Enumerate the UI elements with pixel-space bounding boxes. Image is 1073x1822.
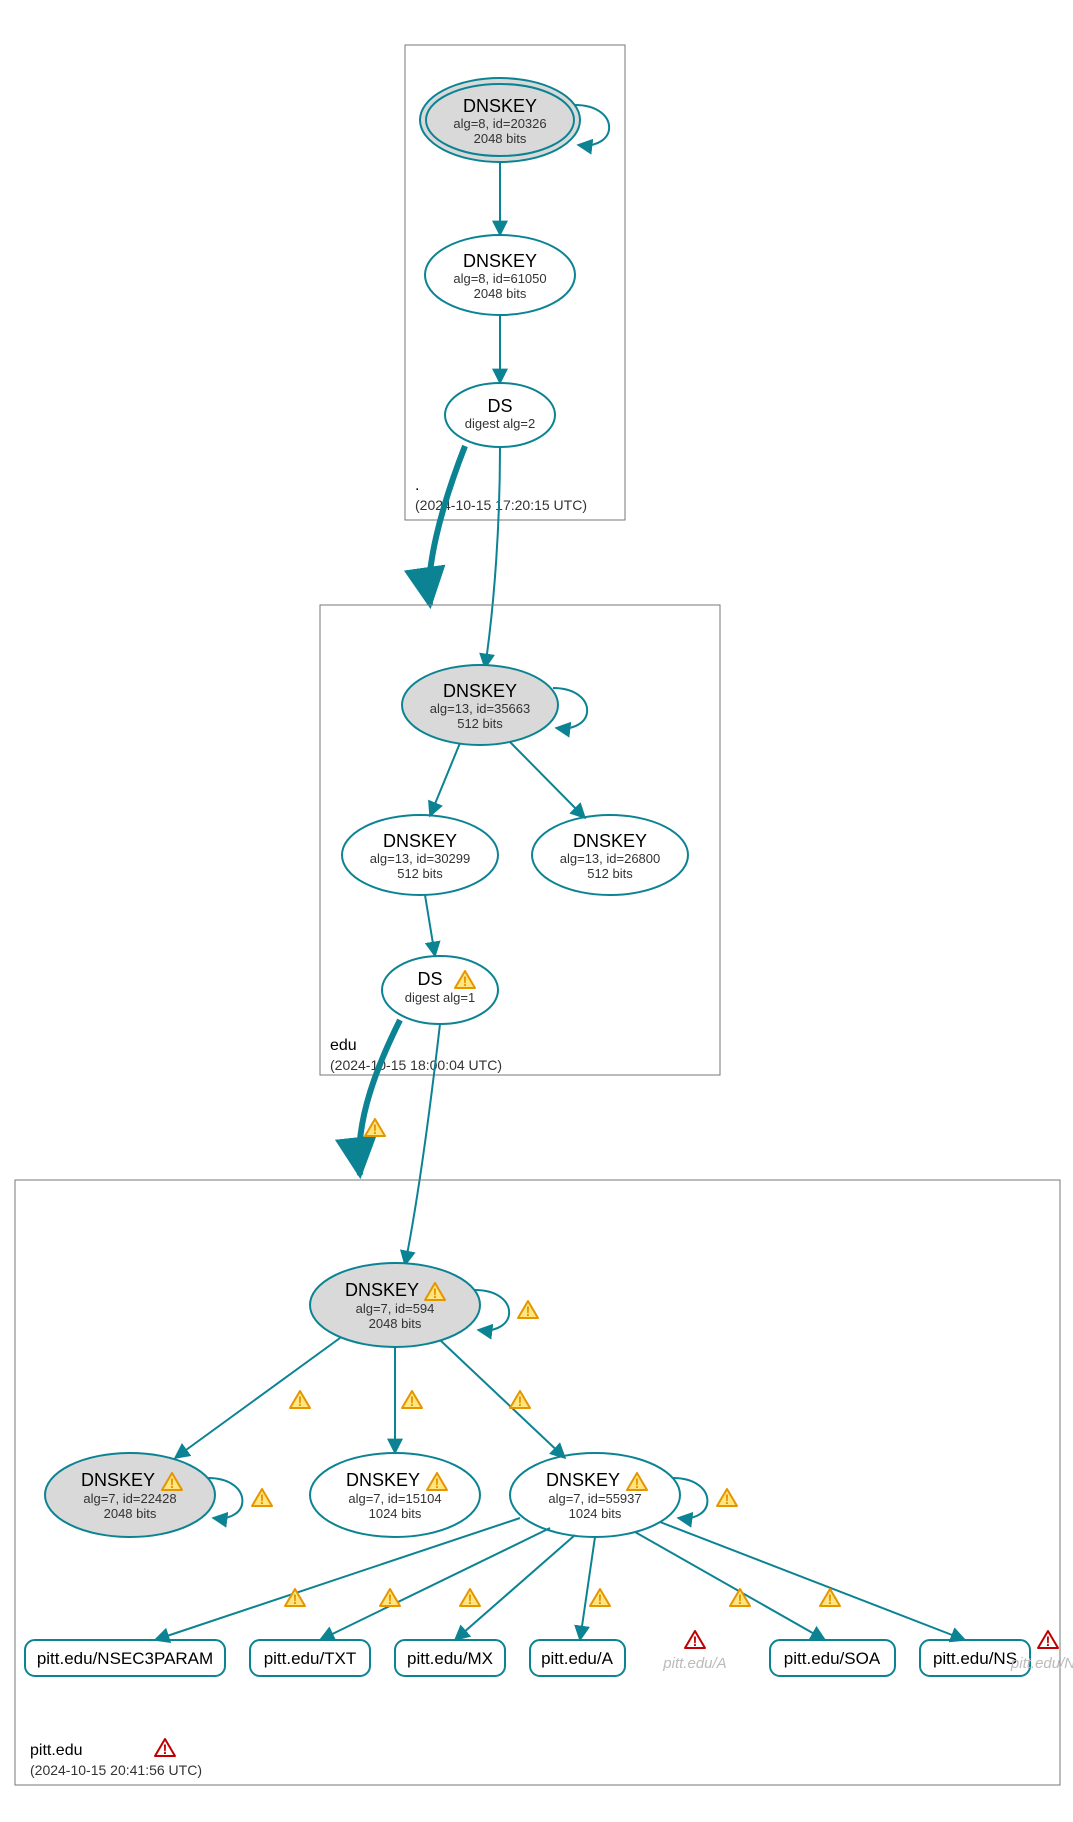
warning-icon <box>820 1589 840 1607</box>
warning-icon <box>730 1589 750 1607</box>
edge-eduksk-zsk1 <box>430 743 460 816</box>
svg-text:pitt.edu/NSEC3PARAM: pitt.edu/NSEC3PARAM <box>37 1649 213 1668</box>
svg-text:512 bits: 512 bits <box>457 716 503 731</box>
edge-zsk3-txt <box>320 1528 550 1640</box>
warning-icon <box>365 1119 385 1137</box>
zone-time-pitt: (2024-10-15 20:41:56 UTC) <box>30 1762 202 1778</box>
svg-text:2048 bits: 2048 bits <box>104 1506 157 1521</box>
zone-label-pitt: pitt.edu <box>30 1742 82 1759</box>
warning-icon <box>460 1589 480 1607</box>
svg-text:512 bits: 512 bits <box>587 866 633 881</box>
zone-label-edu: edu <box>330 1037 357 1054</box>
svg-text:alg=7, id=22428: alg=7, id=22428 <box>83 1491 176 1506</box>
zone-label-root: . <box>415 477 419 494</box>
edge-zsk3-mx <box>455 1535 575 1640</box>
warning-icon <box>380 1589 400 1607</box>
svg-text:DNSKEY: DNSKEY <box>81 1470 155 1490</box>
node-pitt-zsk2[interactable]: DNSKEY alg=7, id=15104 1024 bits <box>310 1453 480 1537</box>
svg-text:alg=13, id=26800: alg=13, id=26800 <box>560 851 660 866</box>
node-edu-zsk2[interactable]: DNSKEY alg=13, id=26800 512 bits <box>532 815 688 895</box>
svg-text:DNSKEY: DNSKEY <box>443 681 517 701</box>
svg-text:alg=13, id=30299: alg=13, id=30299 <box>370 851 470 866</box>
svg-text:DS: DS <box>417 969 442 989</box>
node-root-zsk[interactable]: DNSKEY alg=8, id=61050 2048 bits <box>425 235 575 315</box>
node-edu-zsk1[interactable]: DNSKEY alg=13, id=30299 512 bits <box>342 815 498 895</box>
node-root-ksk[interactable]: DNSKEY alg=8, id=20326 2048 bits <box>420 78 580 162</box>
node-pitt-zsk3[interactable]: DNSKEY alg=7, id=55937 1024 bits <box>510 1453 680 1537</box>
edge-ksk-zsk1 <box>175 1338 340 1458</box>
edge-ksk-zsk3 <box>440 1340 565 1458</box>
node-pitt-zsk1[interactable]: DNSKEY alg=7, id=22428 2048 bits <box>45 1453 215 1537</box>
warning-icon <box>717 1489 737 1507</box>
svg-text:alg=7, id=594: alg=7, id=594 <box>356 1301 435 1316</box>
svg-text:DS: DS <box>487 396 512 416</box>
svg-text:pitt.edu/MX: pitt.edu/MX <box>407 1649 493 1668</box>
edge-eduksk-zsk2 <box>510 742 585 818</box>
warning-icon <box>518 1301 538 1319</box>
svg-text:DNSKEY: DNSKEY <box>546 1470 620 1490</box>
svg-text:pitt.edu/A: pitt.edu/A <box>541 1649 613 1668</box>
error-icon <box>155 1739 175 1757</box>
svg-text:alg=8, id=61050: alg=8, id=61050 <box>453 271 546 286</box>
svg-text:DNSKEY: DNSKEY <box>383 831 457 851</box>
warning-icon <box>290 1391 310 1409</box>
svg-text:alg=8, id=20326: alg=8, id=20326 <box>453 116 546 131</box>
rr-soa[interactable]: pitt.edu/SOA <box>770 1640 895 1676</box>
node-edu-ds[interactable]: DS digest alg=1 <box>382 956 498 1024</box>
svg-text:2048 bits: 2048 bits <box>369 1316 422 1331</box>
svg-text:2048 bits: 2048 bits <box>474 286 527 301</box>
rr-ns-insecure: pitt.edu/NS <box>1010 1655 1073 1672</box>
svg-text:pitt.edu/TXT: pitt.edu/TXT <box>264 1649 357 1668</box>
svg-text:512 bits: 512 bits <box>397 866 443 881</box>
svg-text:pitt.edu/NS: pitt.edu/NS <box>933 1649 1017 1668</box>
warning-icon <box>402 1391 422 1409</box>
svg-text:digest alg=1: digest alg=1 <box>405 990 475 1005</box>
svg-text:1024 bits: 1024 bits <box>569 1506 622 1521</box>
edge-deleg-edu-pitt <box>359 1020 400 1175</box>
edge-zsk3-ns <box>660 1522 965 1640</box>
rr-a-insecure: pitt.edu/A <box>662 1655 726 1672</box>
edge-deleg-root-edu <box>429 446 465 605</box>
warning-icon <box>590 1589 610 1607</box>
node-edu-ksk[interactable]: DNSKEY alg=13, id=35663 512 bits <box>402 665 558 745</box>
svg-text:digest alg=2: digest alg=2 <box>465 416 535 431</box>
svg-text:alg=7, id=15104: alg=7, id=15104 <box>348 1491 441 1506</box>
svg-text:alg=7, id=55937: alg=7, id=55937 <box>548 1491 641 1506</box>
svg-text:DNSKEY: DNSKEY <box>573 831 647 851</box>
warning-icon <box>510 1391 530 1409</box>
rr-nsec3param[interactable]: pitt.edu/NSEC3PARAM <box>25 1640 225 1676</box>
svg-text:1024 bits: 1024 bits <box>369 1506 422 1521</box>
edge-zsk3-nsec3 <box>155 1518 520 1640</box>
svg-text:DNSKEY: DNSKEY <box>463 96 537 116</box>
warning-icon <box>252 1489 272 1507</box>
svg-text:pitt.edu/SOA: pitt.edu/SOA <box>784 1649 881 1668</box>
edge-zsk3-a <box>580 1537 595 1640</box>
node-root-ds[interactable]: DS digest alg=2 <box>445 383 555 447</box>
edge-eduzsk1-ds <box>425 895 435 956</box>
svg-text:DNSKEY: DNSKEY <box>346 1470 420 1490</box>
node-pitt-ksk[interactable]: DNSKEY alg=7, id=594 2048 bits <box>310 1263 480 1347</box>
svg-text:DNSKEY: DNSKEY <box>345 1280 419 1300</box>
rr-txt[interactable]: pitt.edu/TXT <box>250 1640 370 1676</box>
svg-text:DNSKEY: DNSKEY <box>463 251 537 271</box>
svg-text:alg=13, id=35663: alg=13, id=35663 <box>430 701 530 716</box>
rr-a[interactable]: pitt.edu/A <box>530 1640 625 1676</box>
rr-mx[interactable]: pitt.edu/MX <box>395 1640 505 1676</box>
zone-time-edu: (2024-10-15 18:00:04 UTC) <box>330 1057 502 1073</box>
edge-ds-eduksk <box>485 447 500 668</box>
error-icon <box>685 1631 705 1649</box>
svg-text:2048 bits: 2048 bits <box>474 131 527 146</box>
error-icon <box>1038 1631 1058 1649</box>
